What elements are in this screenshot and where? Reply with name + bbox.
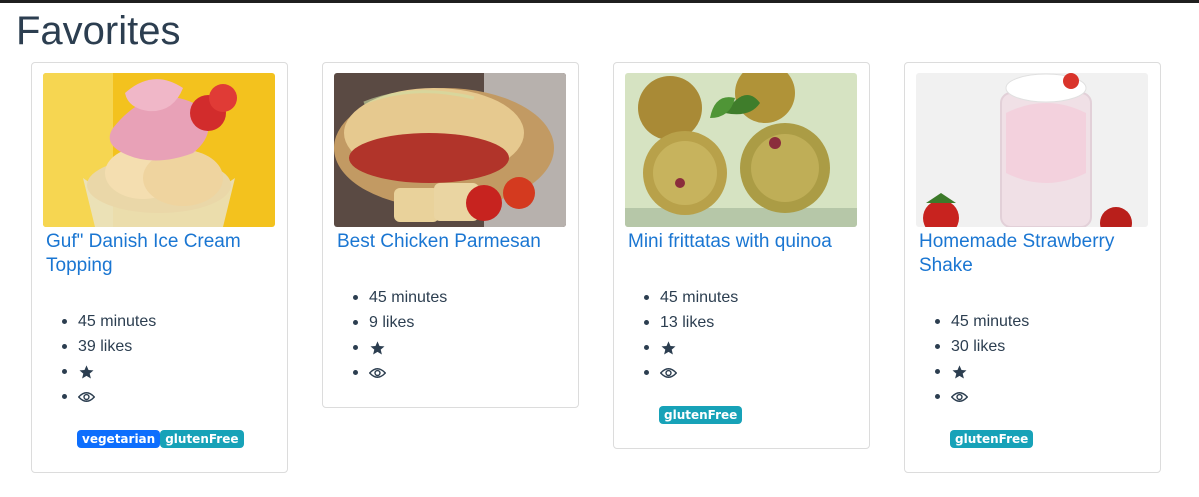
tag-list: glutenFree <box>950 430 1034 448</box>
recipe-meta-list: 45 minutes 30 likes <box>934 309 1029 409</box>
tag-list: vegetarian glutenFree <box>77 430 244 448</box>
recipe-card: Mini frittatas with quinoa 45 minutes 13… <box>613 62 870 449</box>
recipe-time: 45 minutes <box>352 285 447 310</box>
recipe-image[interactable] <box>43 73 275 227</box>
eye-icon[interactable] <box>368 366 387 380</box>
favorite-item <box>352 335 447 360</box>
eye-icon[interactable] <box>77 390 96 404</box>
view-item <box>352 360 447 385</box>
recipe-time: 45 minutes <box>61 309 156 334</box>
page-title: Favorites <box>16 9 181 53</box>
eye-icon[interactable] <box>950 390 969 404</box>
view-item <box>934 384 1029 409</box>
recipe-title-link[interactable]: Mini frittatas with quinoa <box>628 230 858 254</box>
recipe-card: Guf" Danish Ice Cream Topping 45 minutes… <box>31 62 288 473</box>
recipe-meta-list: 45 minutes 39 likes <box>61 309 156 409</box>
recipe-likes: 30 likes <box>934 334 1029 359</box>
recipe-title-link[interactable]: Best Chicken Parmesan <box>337 230 567 254</box>
favorite-item <box>643 335 738 360</box>
recipe-card: Homemade Strawberry Shake 45 minutes 30 … <box>904 62 1161 473</box>
recipe-likes: 13 likes <box>643 310 738 335</box>
view-item <box>643 360 738 385</box>
star-icon[interactable] <box>78 364 95 380</box>
eye-icon[interactable] <box>659 366 678 380</box>
view-item <box>61 384 156 409</box>
recipe-time: 45 minutes <box>643 285 738 310</box>
tag-badge-glutenfree: glutenFree <box>950 430 1034 448</box>
recipe-card: Best Chicken Parmesan 45 minutes 9 likes <box>322 62 579 408</box>
recipe-image[interactable] <box>916 73 1148 227</box>
recipe-time: 45 minutes <box>934 309 1029 334</box>
recipe-image[interactable] <box>334 73 566 227</box>
star-icon[interactable] <box>660 340 677 356</box>
recipe-likes: 39 likes <box>61 334 156 359</box>
recipe-meta-list: 45 minutes 9 likes <box>352 285 447 385</box>
star-icon[interactable] <box>951 364 968 380</box>
recipe-title-link[interactable]: Guf" Danish Ice Cream Topping <box>46 230 276 278</box>
star-icon[interactable] <box>369 340 386 356</box>
tag-badge-glutenfree: glutenFree <box>659 406 743 424</box>
recipe-image[interactable] <box>625 73 857 227</box>
tag-list: glutenFree <box>659 406 743 424</box>
favorite-item <box>61 359 156 384</box>
recipe-likes: 9 likes <box>352 310 447 335</box>
tag-badge-vegetarian: vegetarian <box>77 430 161 448</box>
tag-badge-glutenfree: glutenFree <box>160 430 244 448</box>
recipe-title-link[interactable]: Homemade Strawberry Shake <box>919 230 1149 278</box>
recipe-meta-list: 45 minutes 13 likes <box>643 285 738 385</box>
favorite-item <box>934 359 1029 384</box>
